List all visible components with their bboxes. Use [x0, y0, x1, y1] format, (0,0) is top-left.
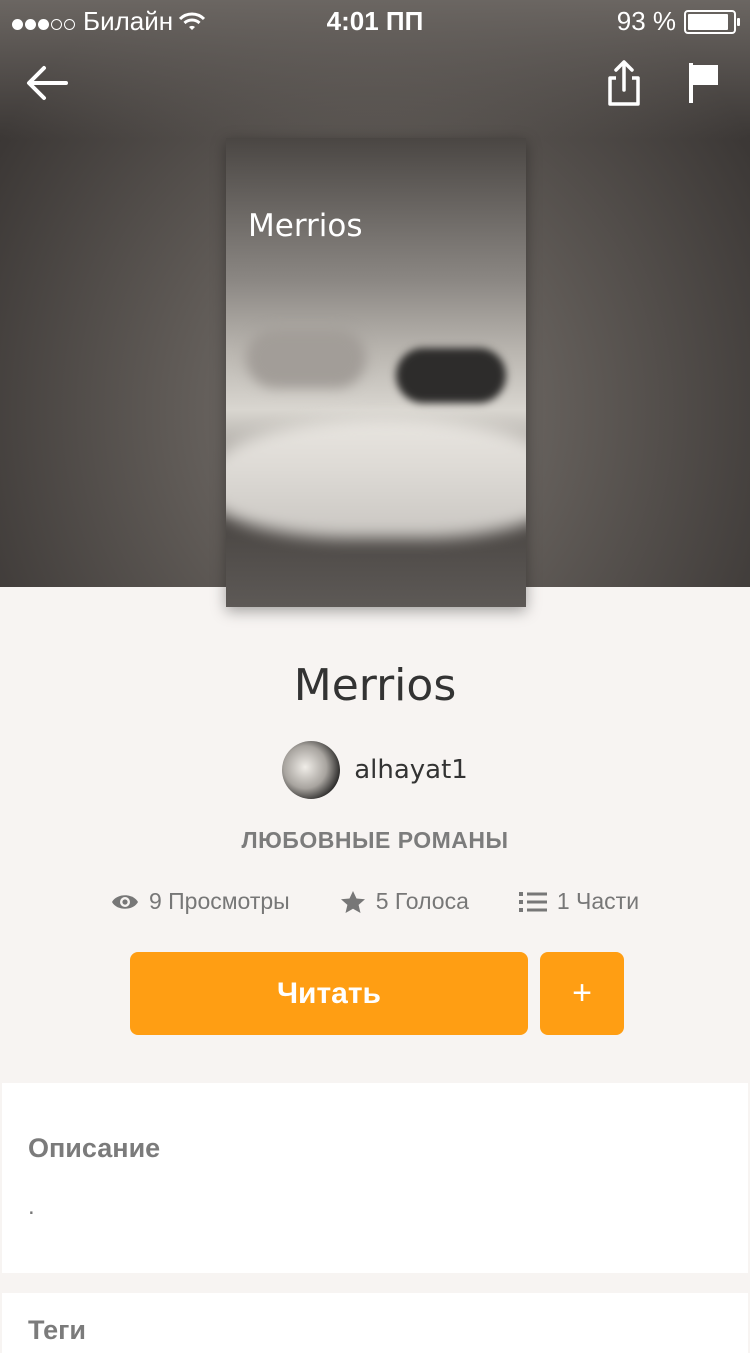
views-stat: 9 Просмотры: [111, 888, 290, 915]
views-label: Просмотры: [168, 888, 290, 914]
stats-row: 9 Просмотры 5 Голоса 1 Части: [0, 888, 750, 915]
read-button[interactable]: Читать: [130, 952, 528, 1035]
tags-heading: Теги: [28, 1315, 87, 1345]
back-arrow-icon: [27, 66, 68, 100]
views-count: 9: [148, 888, 162, 914]
votes-count: 5: [375, 888, 389, 914]
cover-image-blur: [396, 348, 506, 403]
battery-percent: 93 %: [616, 6, 676, 36]
book-cover[interactable]: Merrios: [226, 138, 526, 607]
flag-icon: [689, 63, 718, 103]
star-icon: [340, 890, 365, 913]
author-name[interactable]: alhayat1: [354, 755, 468, 785]
share-button[interactable]: [596, 55, 652, 111]
parts-label: Части: [576, 888, 640, 914]
book-title: Merrios: [293, 660, 457, 711]
cover-image-blur: [226, 418, 526, 538]
cover-image-blur: [246, 328, 366, 388]
battery-info: 93 %: [616, 6, 740, 37]
genre-label[interactable]: ЛЮБОВНЫЕ РОМАНЫ: [0, 827, 750, 854]
parts-stat: 1 Части: [518, 888, 640, 915]
back-button[interactable]: [18, 55, 74, 111]
votes-stat: 5 Голоса: [340, 888, 469, 915]
battery-icon: [684, 9, 740, 34]
votes-label: Голоса: [394, 888, 469, 914]
list-icon: [518, 891, 547, 912]
status-bar: Билайн 4:01 ПП 93 %: [0, 0, 750, 40]
description-text: .: [28, 1193, 35, 1220]
share-icon: [608, 60, 640, 106]
add-to-library-button[interactable]: +: [540, 952, 624, 1035]
report-button[interactable]: [676, 55, 732, 111]
author-row[interactable]: alhayat1: [0, 741, 750, 799]
cover-title: Merrios: [248, 208, 363, 244]
eye-icon: [111, 894, 138, 909]
tags-card: Теги: [2, 1293, 748, 1353]
parts-count: 1: [556, 888, 570, 914]
description-heading: Описание: [28, 1133, 161, 1163]
author-avatar[interactable]: [282, 741, 341, 799]
description-card: Описание .: [2, 1083, 748, 1273]
